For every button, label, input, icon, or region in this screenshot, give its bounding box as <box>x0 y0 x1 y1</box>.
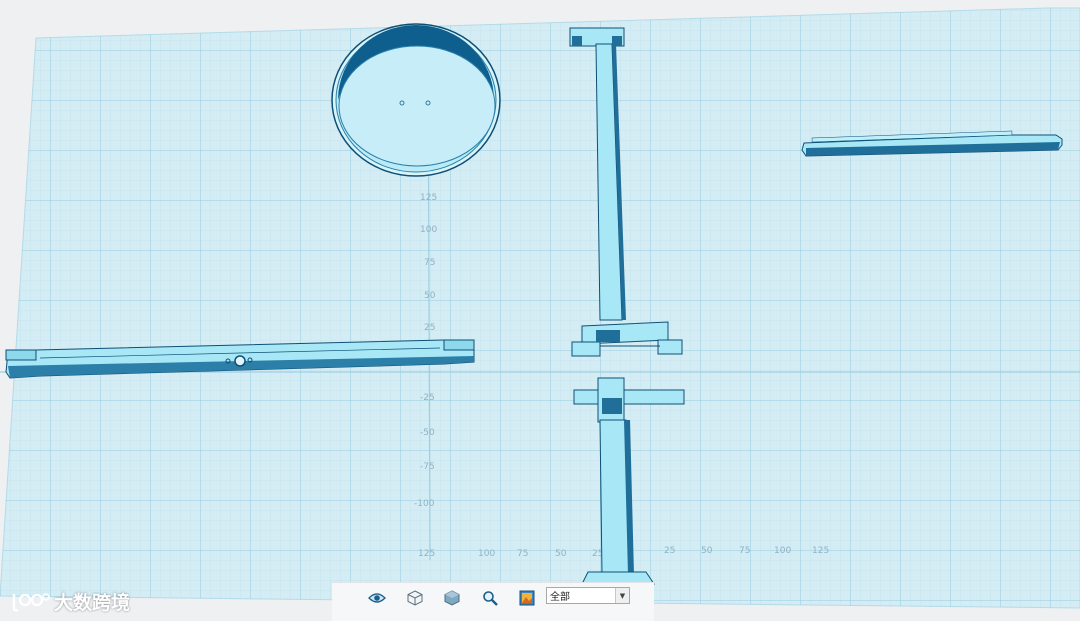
y-tick-label: -25 <box>420 393 435 403</box>
3d-viewport[interactable]: 125 100 75 50 25 -25 -50 -75 -100 125 10… <box>0 0 1080 620</box>
view-filter-select[interactable]: 全部 ▼ <box>546 587 630 604</box>
x-tick-label: 25 <box>664 546 675 556</box>
view-filter-value: 全部 <box>550 592 570 603</box>
y-tick-label: 50 <box>424 291 436 301</box>
y-tick-label: 125 <box>420 193 437 203</box>
eye-icon[interactable] <box>366 587 388 609</box>
y-tick-label: 75 <box>424 258 435 268</box>
x-tick-label: 125 <box>812 546 829 556</box>
magnifier-icon[interactable] <box>479 587 501 609</box>
x-tick-label: 125 <box>418 549 435 559</box>
y-tick-label: -75 <box>420 462 435 472</box>
chevron-down-icon[interactable]: ▼ <box>615 588 629 603</box>
x-tick-label: 75 <box>517 549 528 559</box>
x-tick-label: 100 <box>478 549 495 559</box>
y-tick-label: -100 <box>414 499 435 509</box>
ring-part[interactable] <box>331 23 501 177</box>
y-tick-label: 100 <box>420 225 437 235</box>
watermark-logo: 大数跨境 <box>10 588 130 615</box>
y-tick-label: 25 <box>424 323 435 333</box>
picture-icon[interactable] <box>516 587 538 609</box>
view-toolbar: 全部 ▼ <box>332 582 654 621</box>
box-icon[interactable] <box>441 587 463 609</box>
watermark-text: 大数跨境 <box>54 592 131 614</box>
x-tick-label: 50 <box>701 546 713 556</box>
y-tick-label: -50 <box>420 428 435 438</box>
x-tick-label: 75 <box>739 546 750 556</box>
logo-icon <box>12 592 50 611</box>
cube-icon[interactable] <box>404 587 426 609</box>
x-tick-label: 50 <box>555 549 567 559</box>
x-tick-label: 100 <box>774 546 791 556</box>
